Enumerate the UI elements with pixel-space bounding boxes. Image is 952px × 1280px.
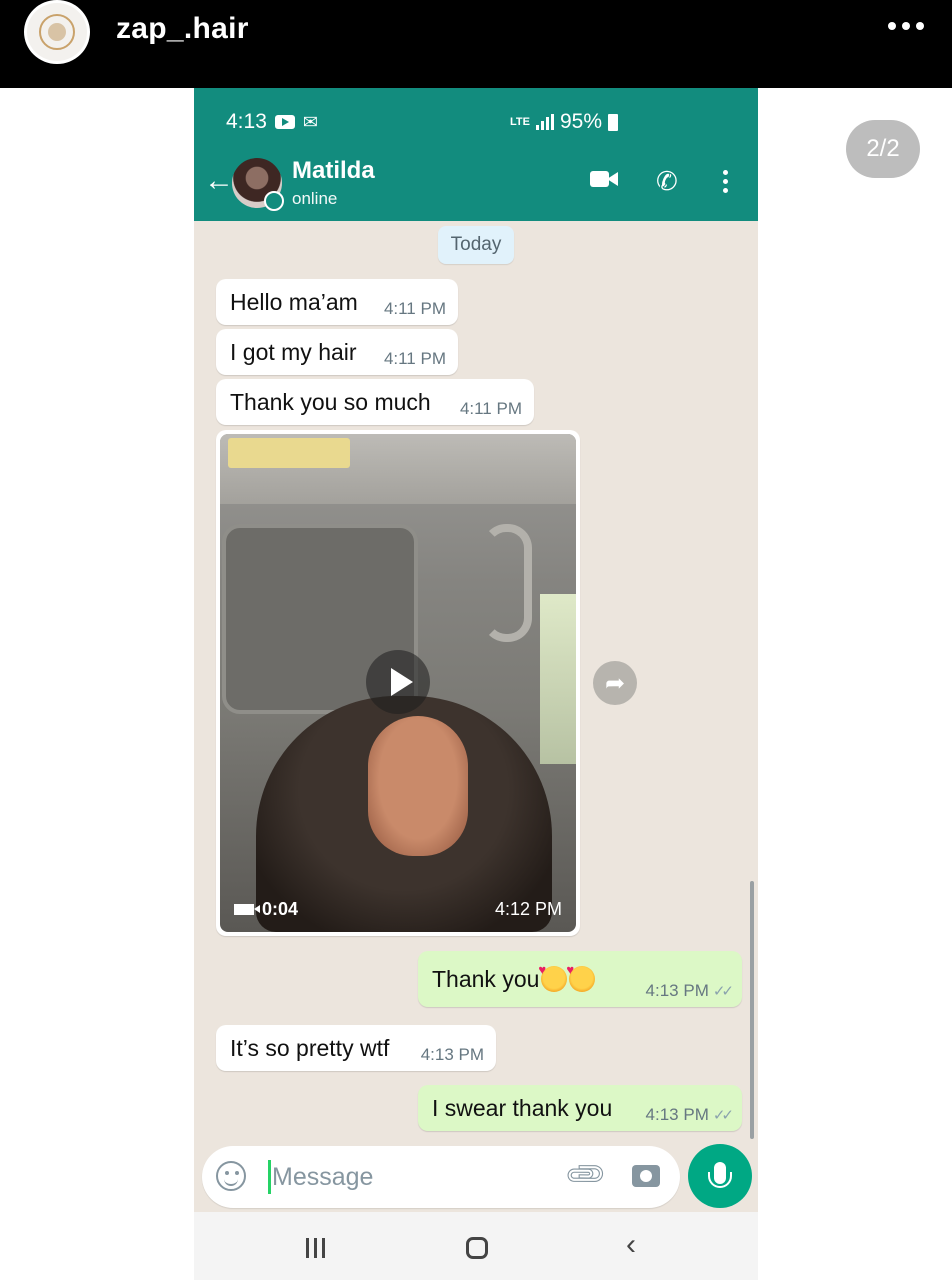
message-meta: 4:13 PM ✓✓ [645,1105,734,1125]
status-time: 4:13 [226,110,267,133]
message-text: Thank you so much [230,388,431,415]
play-icon[interactable] [366,650,430,714]
whatsapp-screenshot: 4:13 ✉ LTE 95% ← Matilda online ✆ Today … [194,88,758,1280]
message-composer: 📎︎ [202,1146,680,1208]
message-bubble[interactable]: Thank you 4:13 PM✓✓ [418,951,742,1007]
message-time: 4:13 PM [420,1045,484,1064]
status-bar-right: LTE 95% [510,110,618,134]
more-menu-icon[interactable] [723,170,728,193]
message-meta: 4:13 PM ✓✓ [645,981,734,1001]
chat-header: 4:13 ✉ LTE 95% ← Matilda online ✆ [194,88,758,221]
page-indicator: 2/2 [846,120,920,178]
message-text: I got my hair [230,338,357,365]
signal-icon [535,114,554,130]
contact-name[interactable]: Matilda [292,157,375,185]
gmail-notification-icon: ✉ [302,111,318,132]
forward-icon[interactable]: ➦ [593,661,637,705]
message-time: 4:11 PM [383,349,446,368]
message-text: Thank you [432,965,540,992]
video-duration-text: 0:04 [262,899,299,919]
message-time: 4:13 PM [645,981,709,1000]
message-text: It’s so pretty wtf [230,1034,390,1061]
android-nav-bar: ‹ [194,1212,758,1280]
message-bubble[interactable]: Thank you so much 4:11 PM [216,379,534,425]
contact-status: online [292,189,338,208]
attach-icon[interactable]: 📎︎ [562,1150,610,1198]
chat-scrollbar[interactable] [750,881,754,1139]
recent-apps-icon[interactable] [306,1238,325,1258]
message-bubble[interactable]: I swear thank you 4:13 PM ✓✓ [418,1085,742,1131]
message-time: 4:11 PM [383,299,446,318]
smiling-face-with-hearts-emoji [538,962,568,992]
message-text: I swear thank you [432,1094,613,1121]
smiling-face-with-hearts-emoji [566,962,596,992]
story-header: zap_.hair [0,0,952,88]
message-bubble[interactable]: Hello ma’am 4:11 PM [216,279,458,325]
status-ring-icon [264,191,284,211]
mic-icon [708,1162,732,1188]
video-call-icon[interactable] [590,170,618,188]
message-bubble[interactable]: I got my hair 4:11 PM [216,329,458,375]
status-bar-left: 4:13 ✉ [226,110,318,134]
message-bubble[interactable]: It’s so pretty wtf 4:13 PM [216,1025,496,1071]
youtube-notification-icon [274,115,295,129]
video-message[interactable]: 0:04 4:12 PM [216,430,580,936]
message-text: Hello ma’am [230,288,358,315]
video-thumbnail[interactable]: 0:04 4:12 PM [220,434,576,932]
account-avatar[interactable] [24,0,90,64]
read-ticks-icon: ✓✓ [712,1107,734,1124]
battery-icon [608,113,618,131]
story-viewer: zap_.hair 2/2 4:13 ✉ LTE 95% ← Matilda o… [0,0,952,1280]
nav-back-icon[interactable]: ‹ [626,1230,636,1260]
date-chip: Today [438,226,514,264]
video-camera-icon [234,904,260,915]
back-arrow-icon[interactable]: ← [204,166,234,196]
read-ticks-icon: ✓✓ [712,983,734,1000]
video-duration: 0:04 [234,899,298,920]
message-time: 4:13 PM [645,1105,709,1124]
voice-call-icon[interactable]: ✆ [656,168,678,194]
emoji-icon[interactable] [216,1161,246,1191]
message-time: 4:11 PM [459,399,522,418]
battery-percent: 95% [559,110,602,133]
camera-icon[interactable] [632,1165,660,1187]
account-username[interactable]: zap_.hair [116,12,249,46]
lte-indicator: LTE [510,116,530,128]
more-options-icon[interactable] [888,22,924,30]
message-input[interactable] [272,1156,562,1198]
message-time: 4:12 PM [494,899,562,919]
chat-area[interactable]: Today Hello ma’am 4:11 PM I got my hair … [194,221,758,1144]
text-cursor [268,1160,271,1194]
home-icon[interactable] [466,1237,488,1259]
mic-button[interactable] [688,1144,752,1208]
logo-icon [39,14,75,50]
